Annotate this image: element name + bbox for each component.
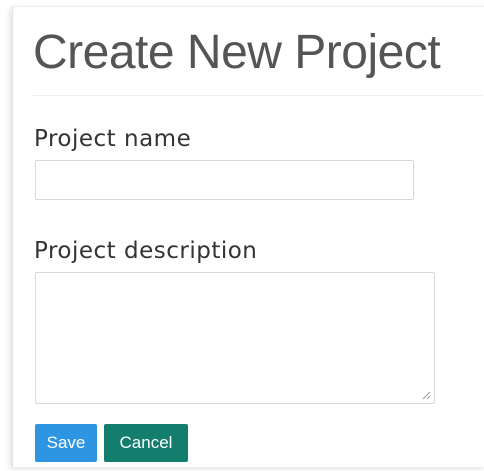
save-button[interactable]: Save <box>35 424 97 462</box>
page-title: Create New Project <box>33 26 441 79</box>
project-description-textarea[interactable] <box>35 272 435 404</box>
title-divider <box>33 95 483 96</box>
create-project-card: Create New Project Project name Project … <box>12 6 484 467</box>
project-name-label: Project name <box>34 126 192 152</box>
textarea-resize-grip-icon[interactable] <box>421 390 431 400</box>
project-description-label: Project description <box>34 238 258 264</box>
project-name-input[interactable] <box>35 160 414 200</box>
cancel-button[interactable]: Cancel <box>104 424 188 462</box>
